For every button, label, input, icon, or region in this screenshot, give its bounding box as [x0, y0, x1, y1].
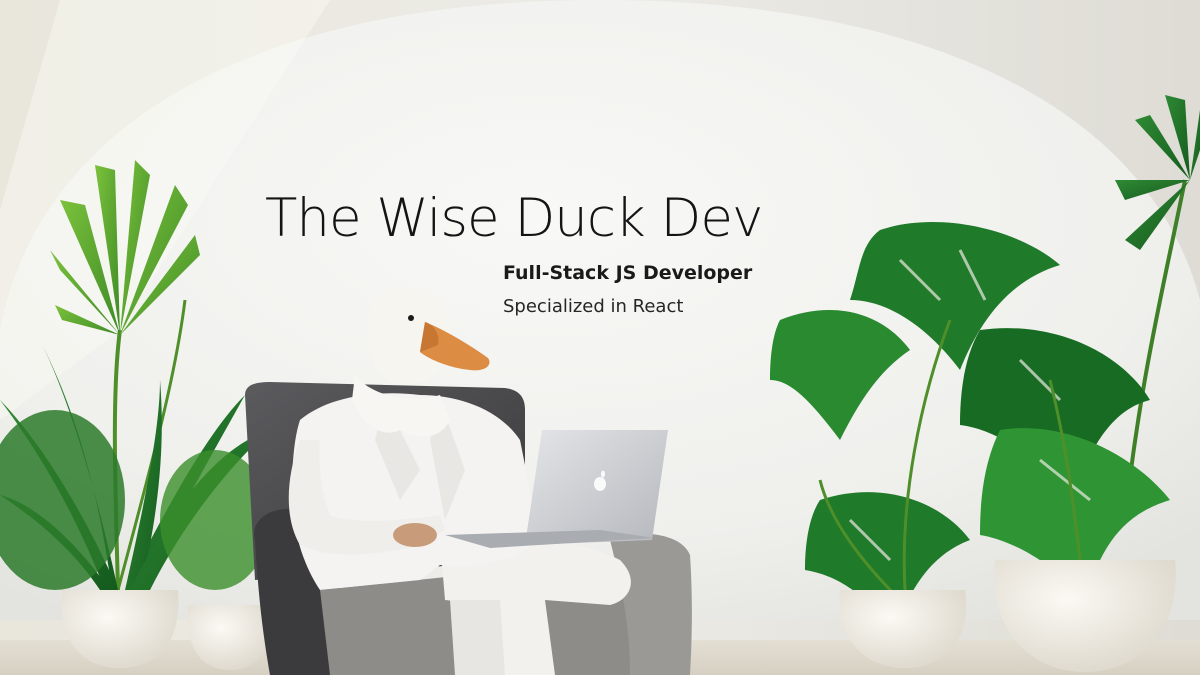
- scene-illustration: [0, 0, 1200, 675]
- banner-tagline: Specialized in React: [503, 296, 684, 317]
- hero-banner: The Wise Duck Dev Full-Stack JS Develope…: [0, 0, 1200, 675]
- banner-subtitle: Full-Stack JS Developer: [503, 262, 753, 284]
- banner-title: The Wise Duck Dev: [265, 188, 763, 249]
